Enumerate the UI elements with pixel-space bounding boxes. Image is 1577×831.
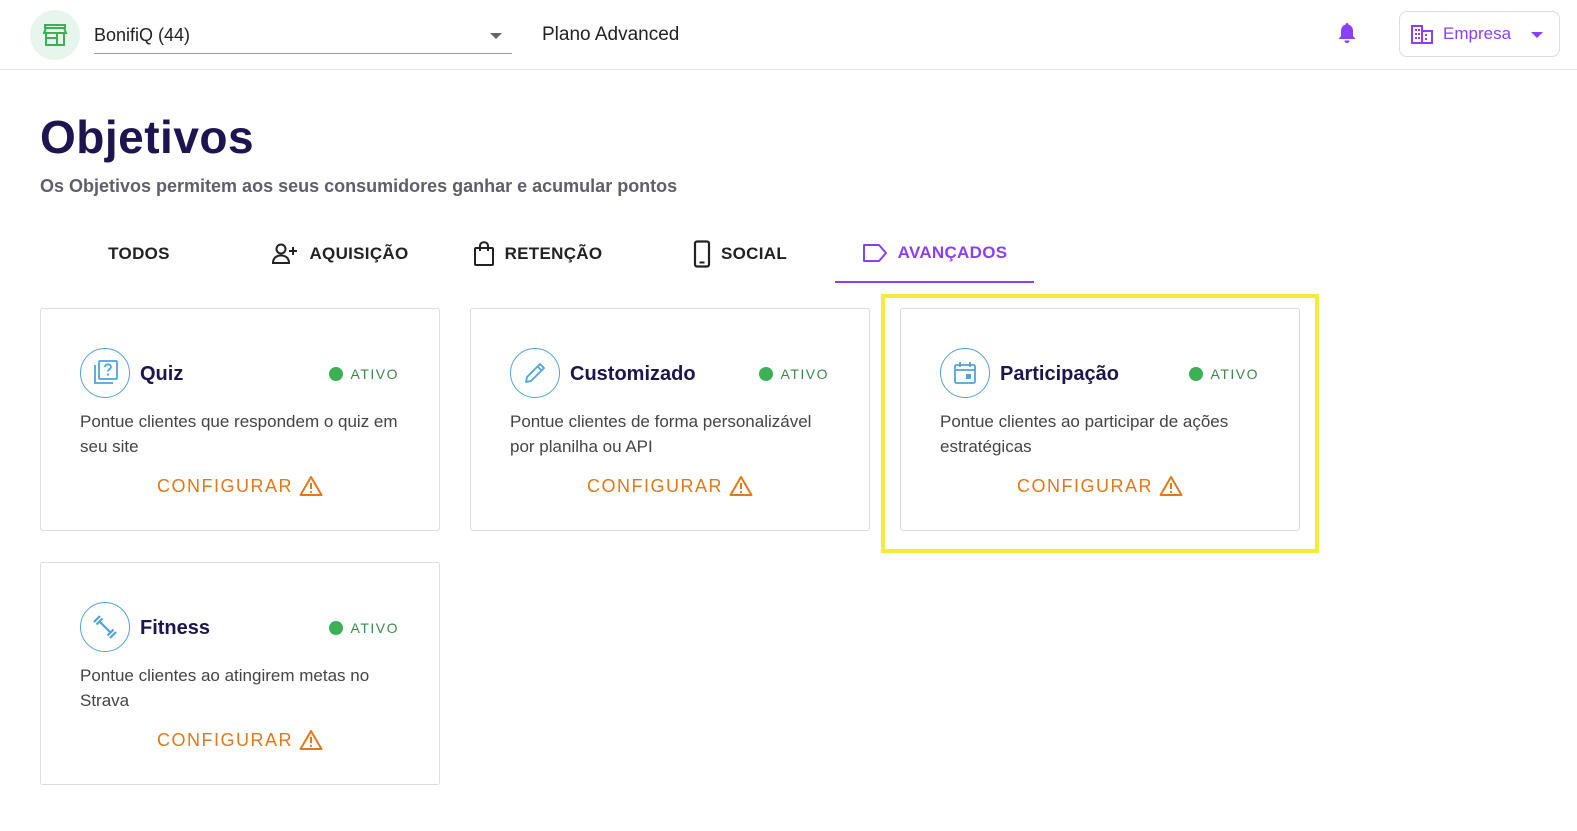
page-title: Objetivos <box>40 111 255 163</box>
store-icon[interactable] <box>30 10 80 60</box>
card-description: Pontue clientes de forma personalizável … <box>510 412 812 456</box>
status-dot <box>328 367 343 381</box>
tab-social[interactable]: SOCIAL <box>680 225 800 283</box>
calendar-icon <box>940 348 990 398</box>
configure-label: CONFIGURAR <box>587 475 723 496</box>
card-description: Pontue clientes ao atingirem metas no St… <box>80 666 370 710</box>
tab-avancados[interactable]: AVANÇADOS <box>835 225 1034 283</box>
configure-button[interactable]: CONFIGURAR <box>901 475 1299 497</box>
card-title: Participação <box>1000 363 1119 385</box>
store-select[interactable]: BonifiQ (44) <box>94 18 512 54</box>
configure-label: CONFIGURAR <box>1017 475 1153 496</box>
page-subtitle: Os Objetivos permitem aos seus consumido… <box>40 176 678 196</box>
tab-label: SOCIAL <box>720 244 788 263</box>
configure-label: CONFIGURAR <box>157 475 293 496</box>
tab-retencao[interactable]: RETENÇÃO <box>465 225 610 283</box>
configure-button[interactable]: CONFIGURAR <box>471 475 869 497</box>
status-dot <box>328 621 343 635</box>
configure-button[interactable]: CONFIGURAR <box>41 729 439 751</box>
warning-icon <box>729 476 753 496</box>
tab-label: TODOS <box>108 244 170 263</box>
building-icon <box>1411 25 1433 44</box>
status-badge: ATIVO <box>328 620 399 636</box>
tab-label: AQUISIÇÃO <box>309 244 409 263</box>
store-select-value: BonifiQ (44) <box>94 25 191 45</box>
top-bar: BonifiQ (44) Plano Advanced Empresa <box>0 0 1577 70</box>
add-person-icon <box>272 243 298 264</box>
quiz-icon <box>80 348 130 398</box>
status-text: ATIVO <box>350 620 399 636</box>
configure-label: CONFIGURAR <box>157 729 293 750</box>
tab-label: AVANÇADOS <box>897 243 1008 262</box>
chevron-down-icon <box>1531 32 1543 38</box>
warning-icon <box>1159 476 1183 496</box>
status-badge: ATIVO <box>328 366 399 382</box>
company-menu-label: Empresa <box>1443 24 1512 43</box>
shopping-bag-icon <box>473 241 494 266</box>
status-badge: ATIVO <box>758 366 829 382</box>
tab-label: RETENÇÃO <box>504 244 603 263</box>
card-title: Fitness <box>140 617 211 639</box>
objective-card-quiz: Quiz ATIVO Pontue clientes que respondem… <box>40 308 440 531</box>
card-title: Customizado <box>570 363 696 385</box>
company-menu-button[interactable]: Empresa <box>1399 11 1560 57</box>
smartphone-icon <box>693 240 711 268</box>
status-text: ATIVO <box>350 366 399 382</box>
objective-card-fitness: Fitness ATIVO Pontue clientes ao atingir… <box>40 562 440 785</box>
card-description: Pontue clientes que respondem o quiz em … <box>80 412 398 456</box>
status-text: ATIVO <box>1210 366 1259 382</box>
configure-button[interactable]: CONFIGURAR <box>41 475 439 497</box>
plan-label: Plano Advanced <box>542 24 680 45</box>
objective-card-participacao: Participação ATIVO Pontue clientes ao pa… <box>900 308 1300 531</box>
pencil-icon <box>510 348 560 398</box>
objective-card-customizado: Customizado ATIVO Pontue clientes de for… <box>470 308 870 531</box>
warning-icon <box>299 476 323 496</box>
notification-bell-icon[interactable] <box>1334 20 1360 46</box>
label-tag-icon <box>862 244 887 262</box>
card-description: Pontue clientes ao participar de ações e… <box>940 412 1229 456</box>
warning-icon <box>299 730 323 750</box>
status-dot <box>1188 367 1203 381</box>
status-badge: ATIVO <box>1188 366 1259 382</box>
objective-tabs: TODOS AQUISIÇÃO RETENÇÃO SOCIAL AVANÇADO… <box>40 225 1040 285</box>
tab-aquisicao[interactable]: AQUISIÇÃO <box>260 225 420 283</box>
chevron-down-icon <box>490 33 502 39</box>
dumbbell-icon <box>80 602 130 652</box>
status-text: ATIVO <box>780 366 829 382</box>
tab-todos[interactable]: TODOS <box>70 225 208 283</box>
status-dot <box>758 367 773 381</box>
card-title: Quiz <box>140 363 184 385</box>
